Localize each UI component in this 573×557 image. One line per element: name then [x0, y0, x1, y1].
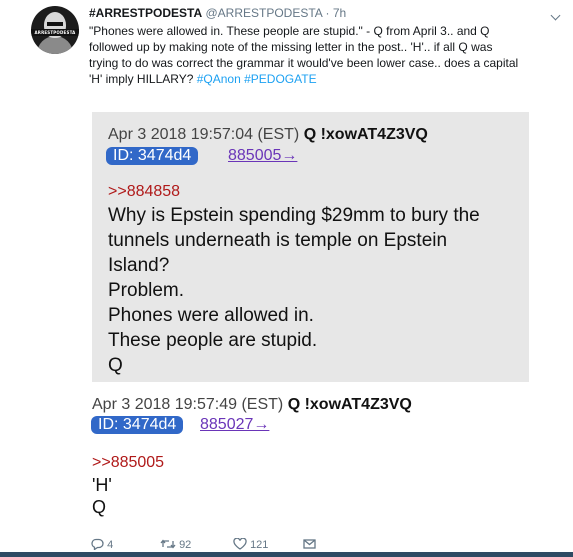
- post-1-link: 885005→: [228, 147, 298, 164]
- reply-button[interactable]: 4: [91, 538, 113, 551]
- tweet-text-fragment: 'H' imply HILLARY?: [89, 72, 197, 86]
- header-separator: ·: [322, 6, 333, 20]
- envelope-icon: [303, 539, 316, 549]
- tweet-time[interactable]: 7h: [333, 6, 346, 20]
- post-1-body-line: Problem.: [108, 280, 185, 301]
- post-1-id-badge: ID: 3474d4: [106, 147, 199, 165]
- retweet-icon: [160, 539, 176, 549]
- like-button[interactable]: 121: [233, 537, 269, 551]
- avatar-text: ARRESTPODESTA: [31, 29, 79, 36]
- post-1-body-line: Q: [108, 355, 123, 376]
- tweet-text: "Phones were allowed in. These people ar…: [89, 23, 569, 87]
- tweet-text-line: 'H' imply HILLARY? #QAnon #PEDOGATE: [89, 71, 569, 87]
- post-2-body: 'H' Q: [92, 474, 112, 518]
- tweet-text-line: "Phones were allowed in. These people ar…: [89, 24, 490, 38]
- avatar-body-shape: [37, 36, 73, 54]
- attached-image-post-1[interactable]: Apr 3 2018 19:57:04 (EST) Q !xowAT4Z3VQ …: [92, 112, 529, 382]
- post-2-date: Apr 3 2018 19:57:49 (EST): [92, 396, 284, 413]
- post-2-body-line: Q: [92, 497, 107, 517]
- retweet-button[interactable]: 92: [160, 538, 191, 551]
- author-name[interactable]: #ARRESTPODESTA: [89, 6, 202, 20]
- reply-count: 4: [107, 539, 114, 551]
- author-handle[interactable]: @ARRESTPODESTA: [205, 6, 322, 20]
- bottom-divider: [0, 552, 573, 557]
- tweet-text-line: followed up by making note of the missin…: [89, 40, 493, 54]
- avatar-eye-bar: [47, 22, 63, 26]
- post-2-link: 885027→: [200, 416, 270, 433]
- post-1-body-line: Island?: [108, 255, 170, 276]
- heart-icon: [233, 537, 247, 550]
- post-2-reply-ref: >>885005: [92, 454, 165, 471]
- hashtag-pedogate[interactable]: #PEDOGATE: [244, 72, 316, 86]
- attached-image-post-2[interactable]: Apr 3 2018 19:57:49 (EST) Q !xowAT4Z3VQ …: [84, 384, 564, 536]
- post-1-body-line: Phones were allowed in.: [108, 305, 314, 326]
- message-button[interactable]: [303, 538, 316, 551]
- like-count: 121: [250, 539, 269, 551]
- post-1-body: Why is Epstein spending $29mm to bury th…: [108, 203, 480, 378]
- retweet-count: 92: [179, 539, 192, 551]
- post-1-body-line: These people are stupid.: [108, 330, 318, 351]
- reply-icon: [91, 538, 104, 551]
- post-1-reply-ref: >>884858: [108, 183, 181, 200]
- post-1-date: Apr 3 2018 19:57:04 (EST): [108, 126, 300, 143]
- post-1-body-line: Why is Epstein spending $29mm to bury th…: [108, 205, 480, 226]
- avatar[interactable]: ARRESTPODESTA: [31, 6, 79, 54]
- post-2-id-badge: ID: 3474d4: [91, 416, 184, 434]
- post-2-tripcode: Q !xowAT4Z3VQ: [287, 396, 412, 413]
- chevron-down-icon[interactable]: [550, 10, 561, 21]
- tweet-text-line: trying to do was correct the grammar it …: [89, 56, 519, 70]
- tweet-header: #ARRESTPODESTA @ARRESTPODESTA · 7h: [89, 6, 346, 20]
- post-2-body-line: 'H': [92, 475, 112, 495]
- post-1-tripcode: Q !xowAT4Z3VQ: [303, 126, 428, 143]
- hashtag-qanon[interactable]: #QAnon: [197, 72, 241, 86]
- post-2-meta: Apr 3 2018 19:57:49 (EST) Q !xowAT4Z3VQ: [92, 396, 412, 414]
- post-1-meta: Apr 3 2018 19:57:04 (EST) Q !xowAT4Z3VQ: [108, 126, 428, 144]
- post-1-body-line: tunnels underneath is temple on Epstein: [108, 230, 448, 251]
